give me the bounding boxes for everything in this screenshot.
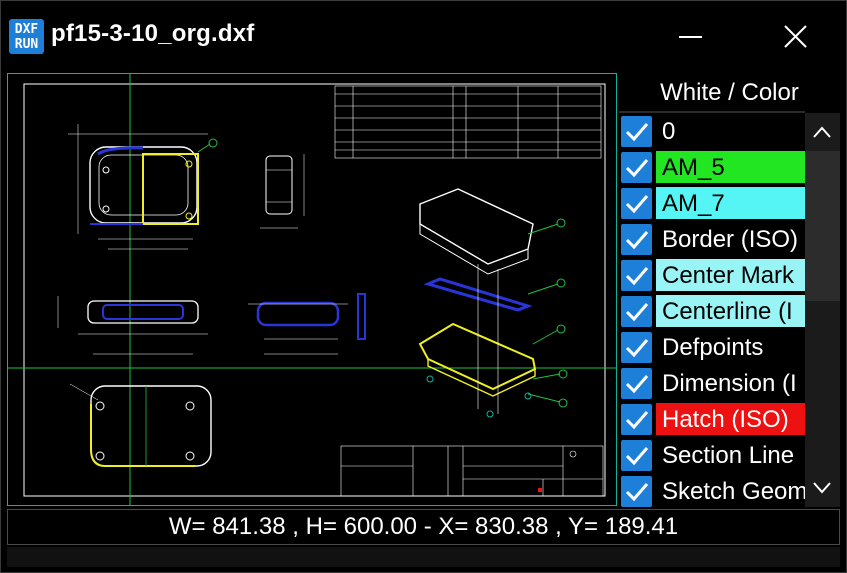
- check-icon: [625, 195, 649, 214]
- projection-symbol: [569, 450, 577, 458]
- layer-name: Hatch (ISO): [656, 403, 805, 435]
- layer-name: Section Line: [662, 442, 795, 469]
- layer-name: Centerline (I: [656, 295, 805, 327]
- layer-row[interactable]: Centerline (I: [619, 293, 805, 329]
- bottom-strip: [7, 547, 840, 567]
- isometric-view: [418, 188, 568, 418]
- layer-visibility-checkbox[interactable]: [621, 188, 652, 219]
- layer-name: Center Mark: [656, 259, 805, 291]
- app-logo: DXF RUN: [9, 19, 44, 54]
- check-icon: [625, 447, 649, 466]
- close-icon: [784, 25, 807, 48]
- red-marker: [538, 488, 542, 492]
- top-view: [68, 124, 218, 250]
- layer-row[interactable]: Border (ISO): [619, 221, 805, 257]
- title-block: [340, 445, 604, 497]
- layer-name: Sketch Geom: [662, 478, 805, 505]
- layer-name: Border (ISO): [662, 226, 799, 253]
- drawing-canvas[interactable]: [7, 73, 617, 506]
- status-bar: W= 841.38 , H= 600.00 - X= 830.38 , Y= 1…: [7, 509, 840, 545]
- layer-scrollbar[interactable]: [805, 113, 840, 507]
- logo-text-bottom: RUN: [14, 37, 39, 52]
- check-icon: [625, 411, 649, 430]
- chevron-down-icon: [813, 482, 831, 494]
- logo-text-top: DXF: [14, 22, 39, 37]
- layer-row[interactable]: Center Mark: [619, 257, 805, 293]
- layer-name: Defpoints: [662, 334, 764, 361]
- check-icon: [625, 375, 649, 394]
- layer-row[interactable]: Defpoints: [619, 329, 805, 365]
- layer-visibility-checkbox[interactable]: [621, 476, 652, 507]
- minimize-button[interactable]: [663, 15, 719, 59]
- revision-table: [334, 85, 602, 159]
- layer-name: Dimension (I: [662, 370, 797, 397]
- layer-list: 0 AM_5 AM_7 Border (ISO) Center Mark Centerli…: [619, 111, 805, 509]
- check-icon: [625, 159, 649, 178]
- layer-visibility-checkbox[interactable]: [621, 332, 652, 363]
- bottom-view: [69, 383, 212, 467]
- layer-visibility-checkbox[interactable]: [621, 368, 652, 399]
- minimize-icon: [679, 36, 702, 38]
- layer-row[interactable]: 0: [619, 113, 805, 149]
- window-title: pf15-3-10_org.dxf: [51, 20, 255, 47]
- check-icon: [625, 123, 649, 142]
- layer-visibility-checkbox[interactable]: [621, 224, 652, 255]
- layer-visibility-checkbox[interactable]: [621, 404, 652, 435]
- close-button[interactable]: [767, 15, 823, 59]
- layer-visibility-checkbox[interactable]: [621, 116, 652, 147]
- layer-name: AM_5: [656, 151, 805, 183]
- scroll-down-button[interactable]: [805, 469, 840, 507]
- scroll-thumb[interactable]: [805, 151, 840, 301]
- layer-row[interactable]: Section Line: [619, 437, 805, 473]
- dxf-drawing: [8, 74, 616, 505]
- layer-visibility-checkbox[interactable]: [621, 152, 652, 183]
- check-icon: [625, 483, 649, 502]
- app-window: DXF RUN pf15-3-10_org.dxf White / Color …: [0, 0, 847, 573]
- color-mode-toggle[interactable]: White / Color: [619, 73, 840, 109]
- layer-name: 0: [662, 118, 676, 145]
- layer-row[interactable]: Dimension (I: [619, 365, 805, 401]
- layer-row[interactable]: Sketch Geom: [619, 473, 805, 509]
- check-icon: [625, 339, 649, 358]
- layer-name: AM_7: [656, 187, 805, 219]
- layer-visibility-checkbox[interactable]: [621, 440, 652, 471]
- title-bar[interactable]: DXF RUN pf15-3-10_org.dxf: [1, 1, 846, 71]
- front-view: [57, 293, 366, 355]
- scroll-up-button[interactable]: [805, 113, 840, 151]
- check-icon: [625, 303, 649, 322]
- layer-row[interactable]: AM_7: [619, 185, 805, 221]
- layer-visibility-checkbox[interactable]: [621, 296, 652, 327]
- side-view: [260, 154, 305, 229]
- layer-row[interactable]: AM_5: [619, 149, 805, 185]
- chevron-up-icon: [813, 126, 831, 138]
- check-icon: [625, 267, 649, 286]
- layer-row[interactable]: Hatch (ISO): [619, 401, 805, 437]
- check-icon: [625, 231, 649, 250]
- layer-visibility-checkbox[interactable]: [621, 260, 652, 291]
